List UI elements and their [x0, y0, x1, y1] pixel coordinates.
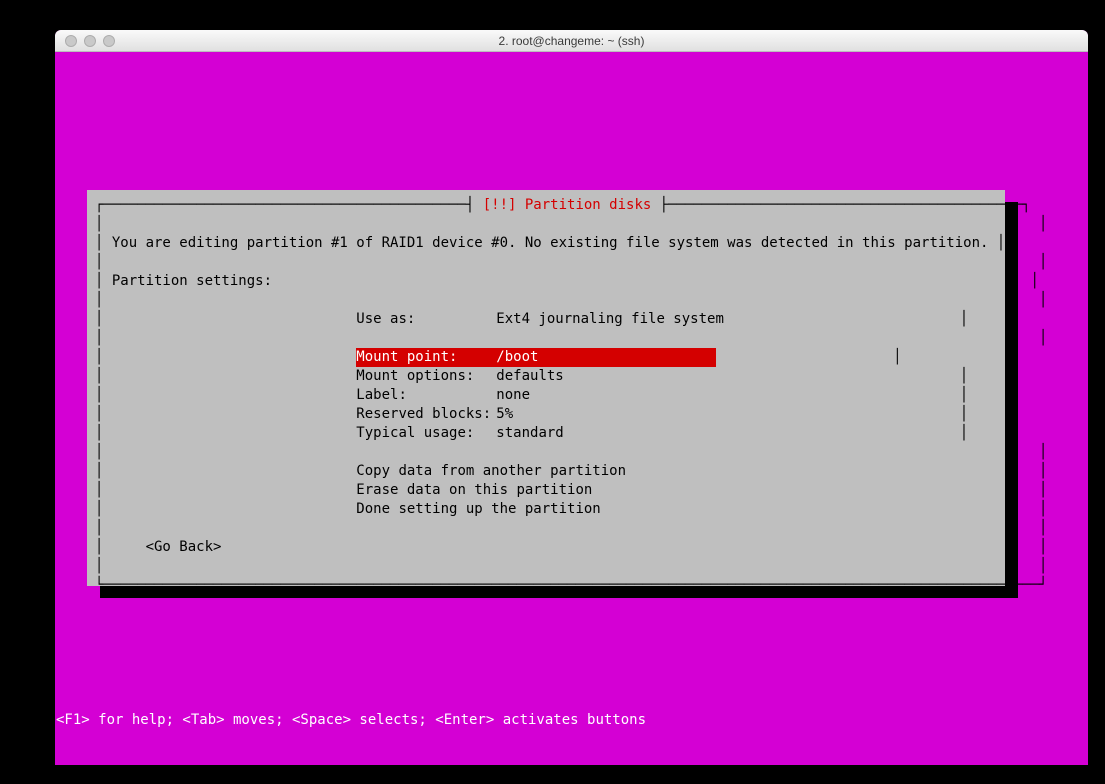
setting-row-mount-point[interactable]: │ Mount point:/boot │: [95, 348, 997, 367]
action-label: Copy data from another partition: [356, 462, 626, 481]
setting-value: /boot: [496, 348, 538, 367]
setting-label: Mount options:: [356, 367, 496, 386]
setting-row-reserved-blocks[interactable]: │ Reserved blocks:5% │: [95, 405, 997, 424]
action-label: Done setting up the partition: [356, 500, 600, 519]
partition-dialog: ┌───────────────────────────────────────…: [87, 190, 1005, 586]
setting-row-use-as[interactable]: │ Use as:Ext4 journaling file system │: [95, 310, 997, 329]
setting-label: Use as:: [356, 310, 496, 329]
setting-value: none: [496, 386, 530, 405]
setting-row-typical-usage[interactable]: │ Typical usage:standard │: [95, 424, 997, 443]
setting-label: Typical usage:: [356, 424, 496, 443]
dialog-row-blank: │ │: [95, 215, 997, 234]
window-titlebar: 2. root@changeme: ~ (ssh): [55, 30, 1088, 52]
setting-row-mount-options[interactable]: │ Mount options:defaults │: [95, 367, 997, 386]
setting-label: Reserved blocks:: [356, 405, 496, 424]
window-title: 2. root@changeme: ~ (ssh): [55, 34, 1088, 48]
setting-value: standard: [496, 424, 563, 443]
setting-value: defaults: [496, 367, 563, 386]
settings-heading: Partition settings:: [112, 272, 272, 291]
setting-value: Ext4 journaling file system: [496, 310, 724, 329]
action-erase-data[interactable]: │ Erase data on this partition │: [95, 481, 997, 500]
close-window-button[interactable]: [65, 35, 77, 47]
dialog-title: [!!] Partition disks: [483, 196, 652, 215]
action-done[interactable]: │ Done setting up the partition │: [95, 500, 997, 519]
terminal-window: 2. root@changeme: ~ (ssh) ┌─────────────…: [55, 30, 1088, 765]
action-label: Erase data on this partition: [356, 481, 592, 500]
traffic-lights: [55, 35, 115, 47]
setting-label: Label:: [356, 386, 496, 405]
settings-heading-row: │ Partition settings: │: [95, 272, 997, 291]
go-back-row[interactable]: │ <Go Back> │: [95, 538, 997, 557]
minimize-window-button[interactable]: [84, 35, 96, 47]
setting-value: 5%: [496, 405, 513, 424]
zoom-window-button[interactable]: [103, 35, 115, 47]
dialog-description-row: │ You are editing partition #1 of RAID1 …: [95, 234, 997, 253]
action-copy-data[interactable]: │ Copy data from another partition │: [95, 462, 997, 481]
dialog-border-bottom: └───────────────────────────────────────…: [95, 576, 997, 595]
footer-help-text: <F1> for help; <Tab> moves; <Space> sele…: [56, 712, 646, 728]
go-back-button[interactable]: <Go Back>: [146, 538, 222, 557]
dialog-border-top: ┌───────────────────────────────────────…: [95, 196, 997, 215]
setting-label: Mount point:: [356, 348, 496, 367]
dialog-description: You are editing partition #1 of RAID1 de…: [112, 234, 989, 253]
setting-row-label[interactable]: │ Label:none │: [95, 386, 997, 405]
terminal-area[interactable]: ┌───────────────────────────────────────…: [55, 52, 1088, 765]
